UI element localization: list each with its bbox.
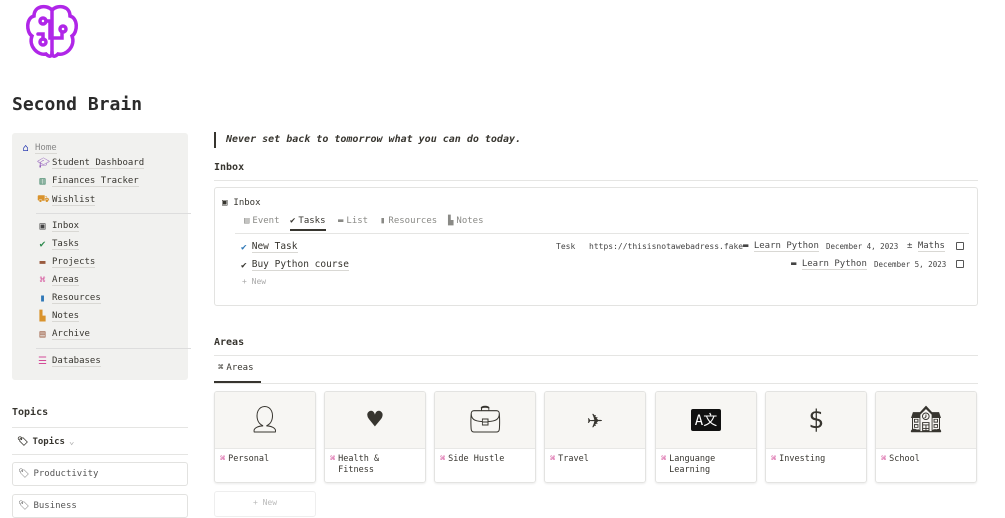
area-card-side-hustle[interactable]: 💼︎ ⌘ Side Hustle bbox=[434, 391, 536, 483]
bookmark-icon: ▮ bbox=[380, 216, 386, 226]
brain-logo-icon bbox=[26, 4, 78, 58]
heart-pulse-icon: ♥ bbox=[325, 392, 425, 449]
task-date: December 4, 2023 bbox=[826, 242, 899, 251]
math-icon: ± bbox=[907, 241, 918, 251]
area-card-school[interactable]: 🏫︎ ⌘ School bbox=[875, 391, 977, 483]
nav-student-dashboard[interactable]: 🎓︎ Student Dashboard bbox=[37, 158, 145, 169]
area-card-health[interactable]: ♥ ⌘ Health & Fitness bbox=[324, 391, 426, 483]
nav-archive[interactable]: ▤ Archive bbox=[37, 329, 90, 340]
command-icon: ⌘ bbox=[220, 454, 226, 464]
command-icon: ⌘ bbox=[39, 275, 46, 286]
area-card-language[interactable]: A文 ⌘ Languange Learning bbox=[655, 391, 757, 483]
tab-notes[interactable]: ▙ Notes bbox=[448, 216, 484, 226]
nav-resources[interactable]: ▮ Resources bbox=[37, 293, 101, 304]
command-icon: ⌘ bbox=[440, 454, 446, 464]
area-card-investing[interactable]: $ ⌘ Investing bbox=[765, 391, 867, 483]
folder-icon: ▬ bbox=[791, 259, 802, 269]
money-plant-icon: $ bbox=[766, 392, 866, 449]
nav-home[interactable]: ⌂ Home bbox=[20, 143, 57, 154]
task-row[interactable]: ✔ New Task bbox=[241, 241, 298, 253]
nav-projects[interactable]: ▬ Projects bbox=[37, 257, 96, 268]
task-date: December 5, 2023 bbox=[874, 260, 947, 269]
inbox-icon: ▣ bbox=[222, 198, 228, 208]
nav-databases[interactable]: ☰ Databases bbox=[37, 356, 101, 367]
check-circle-icon: ✔ bbox=[241, 259, 247, 271]
inbox-heading: Inbox bbox=[214, 162, 245, 173]
event-icon: ▤ bbox=[244, 216, 250, 226]
nav-areas[interactable]: ⌘ Areas bbox=[37, 275, 80, 286]
inbox-db-title[interactable]: ▣ Inbox bbox=[222, 198, 261, 208]
school-icon: 🏫︎ bbox=[876, 392, 976, 449]
check-circle-icon: ✔ bbox=[39, 239, 46, 250]
topic-card[interactable]: 🏷︎ Productivity bbox=[12, 462, 188, 486]
note-icon: ▙ bbox=[39, 311, 46, 322]
command-icon: ⌘ bbox=[661, 454, 667, 464]
person-icon: 👤︎ bbox=[215, 392, 315, 449]
task-type: Tesk bbox=[556, 242, 576, 251]
area-card-personal[interactable]: 👤︎ ⌘ Personal bbox=[214, 391, 316, 483]
translate-icon: A文 bbox=[656, 392, 756, 449]
tag-icon: 🏷︎ bbox=[18, 501, 30, 511]
cart-icon: ⛟ bbox=[37, 194, 50, 205]
areas-heading: Areas bbox=[214, 337, 245, 348]
new-task-button[interactable]: + New bbox=[242, 277, 266, 286]
task-row[interactable]: ✔ Buy Python course bbox=[241, 259, 349, 271]
task-checkbox[interactable] bbox=[956, 242, 964, 250]
task-area[interactable]: ± Maths bbox=[907, 241, 945, 252]
tab-event[interactable]: ▤ Event bbox=[244, 216, 280, 226]
briefcase-icon: 💼︎ bbox=[435, 392, 535, 449]
topic-card[interactable]: 🏷︎ Business bbox=[12, 494, 188, 518]
nav-notes[interactable]: ▙ Notes bbox=[37, 311, 80, 322]
folder-icon: ▬ bbox=[743, 241, 754, 251]
graduation-cap-icon: 🎓︎ bbox=[37, 158, 50, 169]
new-area-button[interactable]: + New bbox=[214, 491, 316, 517]
nav-tasks[interactable]: ✔ Tasks bbox=[37, 239, 80, 250]
task-checkbox[interactable] bbox=[956, 260, 964, 268]
page-title: Second Brain bbox=[12, 94, 143, 115]
topics-view-select[interactable]: 🏷︎ Topics ⌄ bbox=[17, 437, 74, 447]
task-project[interactable]: ▬ Learn Python bbox=[791, 259, 867, 270]
check-circle-icon: ✔ bbox=[290, 216, 296, 226]
inbox-icon: ▣ bbox=[39, 221, 46, 232]
tag-icon: 🏷︎ bbox=[18, 469, 30, 479]
folder-icon: ▬ bbox=[338, 216, 344, 226]
topics-heading: Topics bbox=[12, 407, 49, 418]
command-icon: ⌘ bbox=[771, 454, 777, 464]
bookmark-icon: ▮ bbox=[39, 293, 46, 304]
tab-list[interactable]: ▬ List bbox=[338, 216, 368, 226]
inbox-database: ▣ Inbox ▤ Event ✔ Tasks ▬ List ▮ Resources ▙ N… bbox=[214, 187, 978, 306]
check-circle-icon: ✔ bbox=[241, 241, 247, 253]
folder-icon: ▬ bbox=[39, 257, 46, 268]
nav-wishlist[interactable]: ⛟ Wishlist bbox=[37, 194, 96, 207]
home-icon: ⌂ bbox=[22, 143, 29, 154]
task-project[interactable]: ▬ Learn Python bbox=[743, 241, 819, 252]
database-icon: ☰ bbox=[38, 356, 47, 367]
quote: Never set back to tomorrow what you can … bbox=[214, 132, 521, 148]
tag-icon: 🏷︎ bbox=[17, 437, 29, 447]
navigation-panel: ⌂ Home 🎓︎ Student Dashboard ▥ Finances Trac… bbox=[12, 133, 191, 380]
command-icon: ⌘ bbox=[881, 454, 887, 464]
command-icon: ⌘ bbox=[218, 363, 224, 373]
tab-areas[interactable]: ⌘ Areas bbox=[214, 363, 261, 383]
nav-inbox[interactable]: ▣ Inbox bbox=[37, 221, 80, 232]
tab-resources[interactable]: ▮ Resources bbox=[380, 216, 437, 226]
command-icon: ⌘ bbox=[330, 454, 336, 464]
tab-tasks[interactable]: ✔ Tasks bbox=[290, 216, 326, 231]
note-icon: ▙ bbox=[448, 216, 454, 226]
archive-icon: ▤ bbox=[39, 329, 46, 340]
bank-icon: ▥ bbox=[39, 176, 46, 187]
command-icon: ⌘ bbox=[550, 454, 556, 464]
airplane-icon: ✈ bbox=[545, 392, 645, 449]
area-card-travel[interactable]: ✈ ⌘ Travel bbox=[544, 391, 646, 483]
task-url[interactable]: https://thisisnotawebadress.fake bbox=[589, 242, 743, 251]
chevron-down-icon: ⌄ bbox=[68, 437, 75, 447]
nav-finances-tracker[interactable]: ▥ Finances Tracker bbox=[37, 176, 139, 187]
